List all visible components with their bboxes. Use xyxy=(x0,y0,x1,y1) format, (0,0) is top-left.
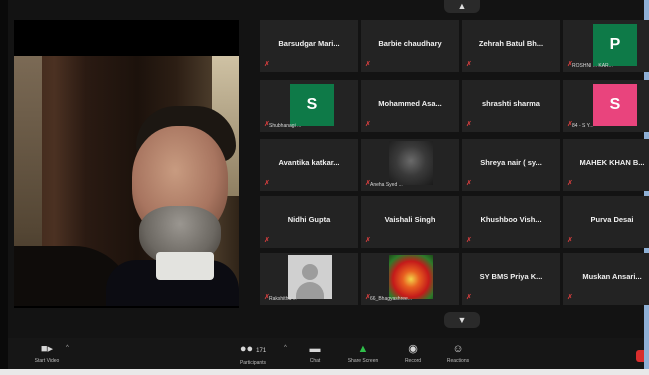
mic-muted-icon: ✗ xyxy=(466,61,472,68)
mic-muted-icon: ✗ xyxy=(466,121,472,128)
video-options-caret[interactable]: ^ xyxy=(66,345,69,351)
participant-tile[interactable]: ✗ Aneha Syed ... xyxy=(361,139,459,191)
chat-button[interactable]: ▬ Chat xyxy=(290,338,340,369)
participant-tile[interactable]: shrashti sharma ✗ xyxy=(462,80,560,132)
share-screen-icon: ▲ xyxy=(357,343,369,355)
participants-icon: ●● 171 xyxy=(239,343,267,355)
shared-video-panel xyxy=(14,20,239,308)
reactions-icon: ☺ xyxy=(452,343,464,355)
default-user-avatar-icon xyxy=(288,255,332,299)
start-video-button[interactable]: ■▸ Start Video ^ xyxy=(22,338,72,369)
participant-name-tag: 66_Bhagyashree... xyxy=(370,296,412,302)
window-edge-left xyxy=(0,0,8,375)
participant-tile[interactable]: Nidhi Gupta ✗ xyxy=(260,196,358,248)
participants-label: Participants xyxy=(239,360,267,366)
participant-tile[interactable]: Mohammed Asa... ✗ xyxy=(361,80,459,132)
reactions-button[interactable]: ☺ Reactions xyxy=(433,338,483,369)
participants-button[interactable]: ●● 171 Participants ^ xyxy=(228,338,287,369)
mic-muted-icon: ✗ xyxy=(365,121,371,128)
taskbar-strip xyxy=(0,369,649,375)
participant-name-tag: ROSHNI ... KAR... xyxy=(572,63,613,69)
share-screen-label: Share Screen xyxy=(347,358,379,364)
mic-muted-icon: ✗ xyxy=(365,237,371,244)
participant-name: shrashti sharma xyxy=(482,99,540,108)
participant-name: Zehrah Batul Bh... xyxy=(478,39,544,48)
participant-name: Barbie chaudhary xyxy=(378,39,442,48)
participant-name: Vaishali Singh xyxy=(384,215,436,224)
participant-name: Nidhi Gupta xyxy=(287,215,331,224)
participant-tile[interactable]: Vaishali Singh ✗ xyxy=(361,196,459,248)
participant-tile[interactable]: ✗ Rakshitha ... xyxy=(260,253,358,305)
participant-name: MAHEK KHAN B... xyxy=(579,158,645,167)
start-video-label: Start Video xyxy=(34,358,60,364)
video-off-icon: ■▸ xyxy=(40,343,54,355)
participant-avatar: S xyxy=(593,84,637,126)
mic-muted-icon: ✗ xyxy=(264,237,270,244)
participant-tile[interactable]: Avantika katkar... ✗ xyxy=(260,139,358,191)
participant-name: Shreya nair ( sy... xyxy=(480,158,542,167)
mic-muted-icon: ✗ xyxy=(567,237,573,244)
mic-muted-icon: ✗ xyxy=(466,237,472,244)
participant-name-tag: Shubhanagi ... xyxy=(269,123,302,129)
participant-tile[interactable]: Muskan Ansari... ✗ xyxy=(563,253,649,305)
chevron-up-icon: ▲ xyxy=(457,1,467,11)
participant-name: Barsudgar Mari... xyxy=(278,39,340,48)
mic-muted-icon: ✗ xyxy=(466,294,472,301)
record-button[interactable]: ◉ Record xyxy=(388,338,438,369)
participant-name: Purva Desai xyxy=(590,215,634,224)
record-label: Record xyxy=(404,358,422,364)
participant-name-tag: Aneha Syed ... xyxy=(370,182,403,188)
participant-avatar: P xyxy=(593,24,637,66)
reactions-label: Reactions xyxy=(446,358,470,364)
participant-tile[interactable]: S ✗ Shubhanagi ... xyxy=(260,80,358,132)
record-icon: ◉ xyxy=(408,343,418,355)
mic-muted-icon: ✗ xyxy=(264,180,270,187)
participant-photo xyxy=(389,255,433,299)
participant-name: Muskan Ansari... xyxy=(582,272,642,281)
chat-label: Chat xyxy=(309,358,321,364)
gallery-scroll-down-button[interactable]: ▼ xyxy=(444,312,480,328)
participant-name: Khushboo Vish... xyxy=(480,215,542,224)
mic-muted-icon: ✗ xyxy=(567,180,573,187)
participant-avatar: S xyxy=(290,84,334,126)
participant-name: Avantika katkar... xyxy=(278,158,340,167)
chat-icon: ▬ xyxy=(309,343,321,355)
participants-count: 171 xyxy=(256,348,267,354)
participant-name-tag: Rakshitha ... xyxy=(269,296,297,302)
mic-muted-icon: ✗ xyxy=(264,61,270,68)
participant-name-tag: 84 - S Y... xyxy=(572,123,594,129)
participant-tile[interactable]: MAHEK KHAN B... ✗ xyxy=(563,139,649,191)
participant-tile[interactable]: Purva Desai ✗ xyxy=(563,196,649,248)
share-screen-button[interactable]: ▲ Share Screen xyxy=(338,338,388,369)
shared-video-frame xyxy=(14,56,239,306)
mic-muted-icon: ✗ xyxy=(466,180,472,187)
participant-tile[interactable]: Barsudgar Mari... ✗ xyxy=(260,20,358,72)
participants-options-caret[interactable]: ^ xyxy=(284,345,287,351)
mic-muted-icon: ✗ xyxy=(365,61,371,68)
mic-muted-icon: ✗ xyxy=(567,294,573,301)
participant-tile[interactable]: P ✗ ROSHNI ... KAR... xyxy=(563,20,649,72)
chevron-down-icon: ▼ xyxy=(457,315,467,325)
participant-tile[interactable]: Barbie chaudhary ✗ xyxy=(361,20,459,72)
participant-tile[interactable]: S ✗ 84 - S Y... xyxy=(563,80,649,132)
gallery-scroll-up-button[interactable]: ▲ xyxy=(444,0,480,13)
meeting-window: ▲ Barsudgar Mari... ✗ Barbie chaudhary ✗ Zeh… xyxy=(8,0,649,369)
end-meeting-button[interactable] xyxy=(636,350,644,362)
participant-name: Mohammed Asa... xyxy=(378,99,442,108)
participant-tile[interactable]: SY BMS Priya K... ✗ xyxy=(462,253,560,305)
participant-tile[interactable]: Zehrah Batul Bh... ✗ xyxy=(462,20,560,72)
participant-tile[interactable]: Khushboo Vish... ✗ xyxy=(462,196,560,248)
participant-tile[interactable]: ✗ 66_Bhagyashree... xyxy=(361,253,459,305)
participant-tile[interactable]: Shreya nair ( sy... ✗ xyxy=(462,139,560,191)
participant-photo xyxy=(389,141,433,185)
meeting-toolbar: ■▸ Start Video ^ ●● 171 Participants ^ ▬… xyxy=(8,338,644,369)
participant-name: SY BMS Priya K... xyxy=(479,272,543,281)
